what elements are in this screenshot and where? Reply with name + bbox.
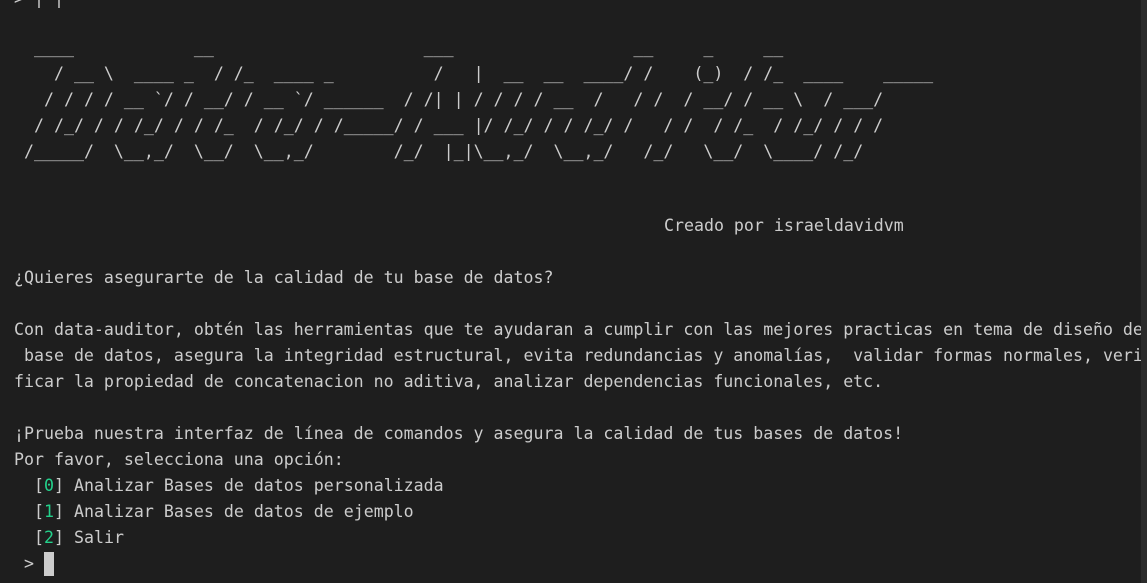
- ascii-banner-line: / /_/ / / /_/ / / /_ / /_/ / /_____/ / _…: [24, 116, 884, 135]
- description-line: base de datos, asegura la integridad est…: [14, 346, 1143, 365]
- call-to-action: ¡Prueba nuestra interfaz de línea de com…: [14, 424, 904, 443]
- ascii-banner-line: /_____/ \__,_/ \__/ \__,_/ /_/ |_|\__,_/…: [24, 142, 864, 161]
- select-prompt: Por favor, selecciona una opción:: [14, 450, 344, 469]
- option-label: Analizar Bases de datos personalizada: [64, 476, 444, 495]
- intro-question: ¿Quieres asegurarte de la calidad de tu …: [14, 268, 554, 287]
- option-index: 2: [44, 528, 54, 547]
- option-label: Analizar Bases de datos de ejemplo: [64, 502, 414, 521]
- ascii-banner-line: / __ \ ____ _ / /_ ____ _ / | __ __ ____…: [24, 64, 934, 83]
- description-line: ficar la propiedad de concatenacion no a…: [14, 372, 884, 391]
- terminal-window[interactable]: > | | ____ __ ___ __ _ __ / __ \ ____ _ …: [0, 0, 1147, 583]
- option-bracket-close: ]: [54, 476, 64, 495]
- option-bracket-close: ]: [54, 528, 64, 547]
- ascii-banner-line: / / / / __ `/ / __/ / __ `/ ______ / /| …: [24, 90, 884, 109]
- command-input-prompt[interactable]: >: [24, 551, 34, 577]
- menu-option-example-db[interactable]: [1] Analizar Bases de datos de ejemplo: [34, 499, 414, 525]
- ascii-banner-line: ____ __ ___ __ _ __: [24, 38, 784, 57]
- option-index: 1: [44, 502, 54, 521]
- option-bracket-open: [: [34, 528, 44, 547]
- menu-option-custom-db[interactable]: [0] Analizar Bases de datos personalizad…: [34, 473, 444, 499]
- text-cursor[interactable]: [44, 552, 54, 576]
- previous-output-fragment: > | |: [14, 0, 64, 12]
- menu-option-exit[interactable]: [2] Salir: [34, 525, 124, 551]
- option-bracket-close: ]: [54, 502, 64, 521]
- option-label: Salir: [64, 528, 124, 547]
- vertical-scrollbar[interactable]: [1141, 0, 1147, 583]
- author-credit: Creado por israeldavidvm: [664, 216, 904, 235]
- option-index: 0: [44, 476, 54, 495]
- option-bracket-open: [: [34, 476, 44, 495]
- description-line: Con data-auditor, obtén las herramientas…: [14, 320, 1143, 339]
- option-bracket-open: [: [34, 502, 44, 521]
